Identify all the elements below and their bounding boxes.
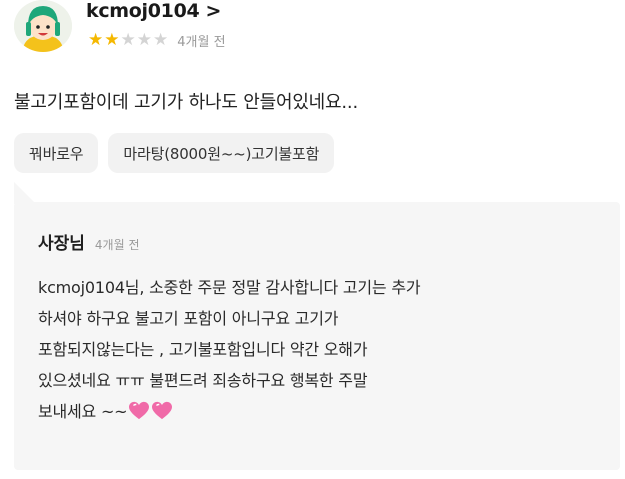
- owner-reply-text: kcmoj0104님, 소중한 주문 정말 감사합니다 고기는 추가 하셔야 하…: [38, 272, 608, 431]
- sparkling-heart-icon: [151, 400, 173, 431]
- star-filled-icon: ★: [88, 29, 104, 50]
- review-card: kcmoj0104 > ★ ★ ★ ★ ★ 4개월 전 불고기포함이데 고기가 하나도 …: [0, 0, 625, 479]
- review-meta: ★ ★ ★ ★ ★ 4개월 전: [88, 29, 226, 51]
- reply-line: 보내세요 ~~: [38, 396, 608, 431]
- username-link[interactable]: kcmoj0104 >: [86, 0, 221, 22]
- owner-name: 사장님: [38, 234, 85, 254]
- star-filled-icon: ★: [104, 29, 120, 50]
- reply-line: 있으셨네요 ㅠㅠ 불편드려 죄송하구요 행복한 주말: [38, 371, 368, 390]
- reply-line: 하셔야 하구요 불고기 포함이 아니구요 고기가: [38, 309, 339, 328]
- star-empty-icon: ★: [136, 29, 152, 50]
- review-text: 불고기포함이데 고기가 하나도 안들어있네요...: [14, 92, 358, 113]
- star-empty-icon: ★: [153, 29, 169, 50]
- reply-pointer: [14, 182, 36, 204]
- reply-line: 포함되지않는다는 , 고기불포함입니다 약간 오해가: [38, 340, 368, 359]
- ordered-menu-tags: 꿔바로우 마라탕(8000원~~)고기불포함: [14, 133, 335, 173]
- menu-tag[interactable]: 꿔바로우: [14, 133, 99, 173]
- user-avatar[interactable]: [14, 0, 72, 52]
- sparkling-heart-icon: [128, 400, 150, 431]
- reply-line: kcmoj0104님, 소중한 주문 정말 감사합니다 고기는 추가: [38, 278, 421, 297]
- star-rating: ★ ★ ★ ★ ★: [88, 29, 169, 50]
- username: kcmoj0104: [86, 0, 200, 22]
- review-time: 4개월 전: [177, 34, 226, 50]
- menu-tag[interactable]: 마라탕(8000원~~)고기불포함: [108, 133, 335, 173]
- chevron-right-icon: >: [205, 0, 222, 22]
- star-empty-icon: ★: [120, 29, 136, 50]
- owner-reply-time: 4개월 전: [94, 238, 140, 252]
- owner-reply-header: 사장님 4개월 전: [38, 229, 140, 254]
